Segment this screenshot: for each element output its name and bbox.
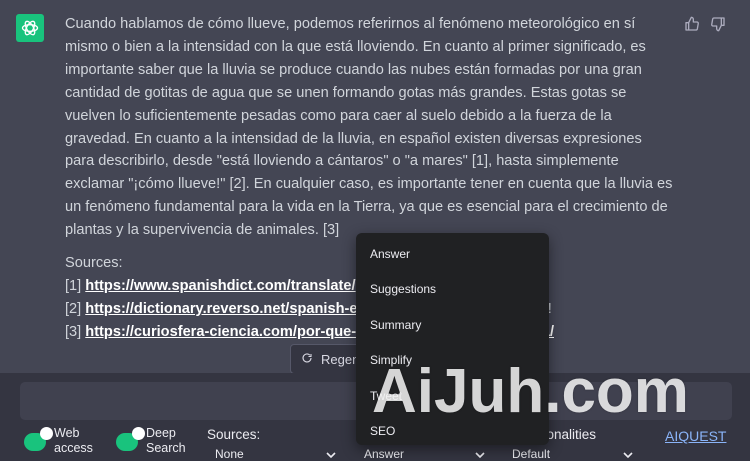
menu-item-summary[interactable]: Summary [356,308,549,343]
aiquest-link[interactable]: AIQUEST [665,428,726,444]
source-number: [1] [65,277,86,294]
deep-search-toggle[interactable] [116,427,145,451]
refresh-icon [301,352,313,367]
source-link-1[interactable]: https://www.spanishdict.com/translate/ [85,278,355,294]
watermark: AiJuh.com [372,357,689,426]
sources-select-label: Sources: [207,427,261,442]
menu-item-suggestions[interactable]: Suggestions [356,272,549,307]
sources-select-value: None [215,447,244,461]
feedback-buttons [684,16,726,32]
deep-search-label-line2: Search [146,441,186,455]
message-paragraph: Cuando hablamos de cómo llueve, podemos … [65,16,673,239]
deep-search-label-line1: Deep [146,426,176,440]
source-number: [3] [65,323,86,340]
thumbs-up-icon[interactable] [684,16,700,32]
deep-search-label: Deep Search [146,426,186,456]
chevron-down-icon [325,449,337,459]
web-access-toggle[interactable] [24,427,53,451]
thumbs-down-icon[interactable] [710,16,726,32]
web-access-label-line1: Web [54,426,80,440]
web-access-label: Web access [54,426,93,456]
chatgpt-logo-icon [16,14,44,42]
web-access-label-line2: access [54,441,93,455]
menu-item-answer[interactable]: Answer [356,237,549,272]
source-number: [2] [65,300,86,317]
chevron-down-icon [474,449,486,459]
toggle-knob [132,427,145,440]
chevron-down-icon [622,449,634,459]
sources-select[interactable]: None [215,447,337,461]
toggle-knob [40,427,53,440]
